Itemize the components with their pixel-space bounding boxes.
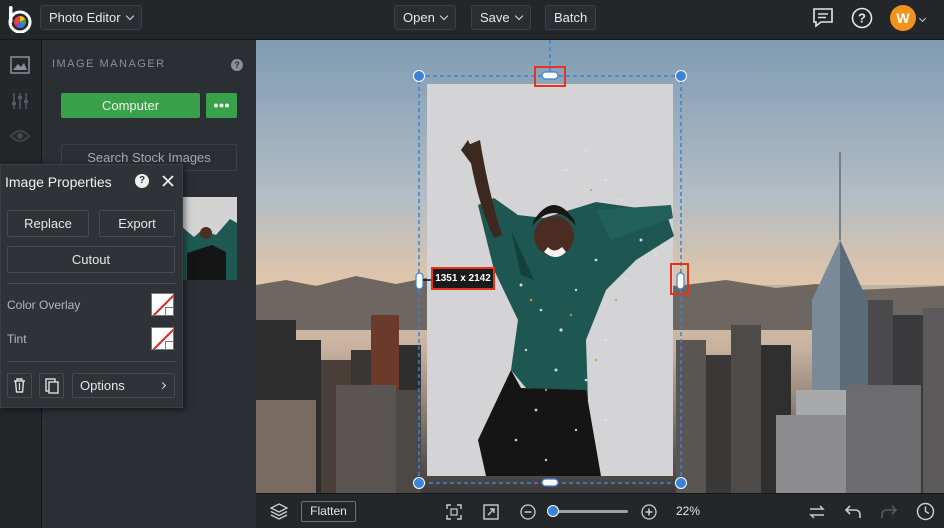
bottom-toolbar: Flatten 22% bbox=[256, 493, 944, 528]
dropdown-indicator-icon bbox=[165, 307, 173, 315]
computer-label: Computer bbox=[101, 98, 160, 113]
redo-icon[interactable] bbox=[880, 503, 898, 521]
user-avatar[interactable]: W bbox=[890, 5, 916, 31]
export-button[interactable]: Export bbox=[99, 210, 175, 237]
color-overlay-swatch[interactable] bbox=[151, 293, 174, 316]
dimension-label: 1351 x 2142 bbox=[431, 267, 495, 290]
zoom-in-icon[interactable] bbox=[641, 504, 657, 520]
zoom-slider-track[interactable] bbox=[547, 505, 628, 517]
cutout-button[interactable]: Cutout bbox=[7, 246, 175, 273]
chevron-down-icon bbox=[514, 11, 523, 21]
replace-button[interactable]: Replace bbox=[7, 210, 89, 237]
comment-icon[interactable] bbox=[812, 7, 834, 29]
image-icon[interactable] bbox=[10, 56, 30, 74]
close-icon[interactable] bbox=[161, 174, 175, 188]
color-overlay-label: Color Overlay bbox=[7, 298, 81, 312]
more-options-button[interactable] bbox=[206, 93, 237, 118]
save-label: Save bbox=[480, 10, 510, 25]
properties-title: Image Properties bbox=[5, 174, 112, 190]
zoom-slider-knob[interactable] bbox=[547, 505, 559, 517]
swap-icon[interactable] bbox=[808, 503, 826, 521]
open-label: Open bbox=[403, 10, 435, 25]
chevron-down-icon bbox=[125, 11, 134, 21]
flatten-button[interactable]: Flatten bbox=[301, 501, 356, 522]
export-label: Export bbox=[118, 216, 156, 231]
zoom-out-icon[interactable] bbox=[520, 504, 536, 520]
dimension-text: 1351 x 2142 bbox=[435, 273, 491, 284]
zoom-percentage: 22% bbox=[676, 504, 701, 518]
duplicate-button[interactable] bbox=[39, 373, 64, 398]
photo-editor-label: Photo Editor bbox=[49, 10, 121, 25]
replace-label: Replace bbox=[24, 216, 72, 231]
chevron-down-icon[interactable] bbox=[918, 14, 927, 23]
search-stock-label: Search Stock Images bbox=[87, 150, 211, 165]
panel-help-icon[interactable]: ? bbox=[231, 59, 243, 71]
options-button[interactable]: Options bbox=[72, 373, 175, 398]
canvas-artwork bbox=[256, 40, 944, 493]
delete-button[interactable] bbox=[7, 373, 32, 398]
expand-icon[interactable] bbox=[483, 504, 499, 520]
layers-icon[interactable] bbox=[270, 502, 288, 520]
photo-editor-menu[interactable]: Photo Editor bbox=[40, 5, 142, 30]
tint-label: Tint bbox=[7, 332, 27, 346]
chevron-down-icon bbox=[439, 11, 449, 21]
batch-button[interactable]: Batch bbox=[545, 5, 597, 30]
help-icon[interactable]: ? bbox=[851, 7, 873, 29]
undo-icon[interactable] bbox=[844, 503, 862, 521]
adjustments-icon[interactable] bbox=[10, 92, 30, 110]
duplicate-icon bbox=[45, 378, 59, 394]
editor-canvas[interactable]: 1351 x 2142 bbox=[256, 40, 944, 493]
cutout-label: Cutout bbox=[71, 252, 111, 267]
computer-button[interactable]: Computer bbox=[61, 93, 200, 118]
top-bar: Photo Editor Open Save Batch ? W bbox=[0, 0, 944, 40]
trash-icon bbox=[14, 378, 25, 393]
svg-text:?: ? bbox=[858, 11, 866, 26]
avatar-initial: W bbox=[896, 10, 910, 26]
options-label: Options bbox=[80, 378, 125, 393]
batch-label: Batch bbox=[554, 10, 588, 25]
image-thumbnail[interactable] bbox=[182, 197, 237, 280]
open-menu[interactable]: Open bbox=[394, 5, 456, 30]
save-menu[interactable]: Save bbox=[471, 5, 531, 30]
fit-screen-icon[interactable] bbox=[446, 504, 462, 520]
divider bbox=[7, 361, 177, 362]
panel-title: IMAGE MANAGER bbox=[52, 58, 166, 70]
properties-help-icon[interactable]: ? bbox=[135, 174, 149, 188]
tint-swatch[interactable] bbox=[151, 327, 174, 350]
eye-icon[interactable] bbox=[10, 128, 30, 144]
image-properties-popup: Image Properties ? Replace Export Cutout… bbox=[0, 164, 183, 408]
more-dots-icon bbox=[214, 103, 229, 108]
divider bbox=[7, 283, 177, 284]
dropdown-indicator-icon bbox=[165, 341, 173, 349]
history-icon[interactable] bbox=[916, 502, 935, 521]
logo-icon[interactable] bbox=[8, 6, 32, 33]
flatten-label: Flatten bbox=[310, 504, 347, 518]
chevron-right-icon bbox=[158, 381, 167, 390]
